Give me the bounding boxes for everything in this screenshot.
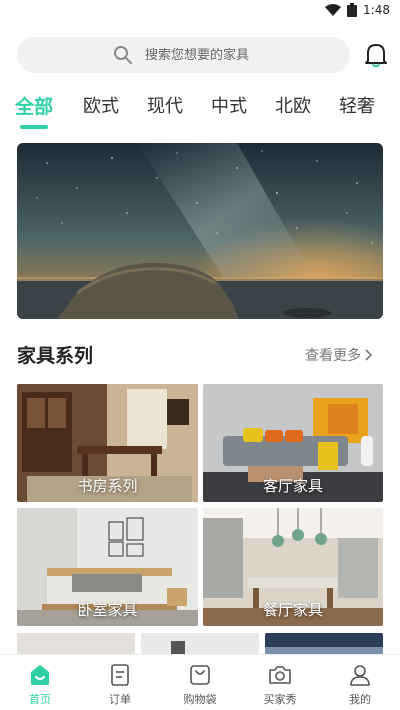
promo-banner[interactable]	[17, 143, 383, 319]
tab-european[interactable]: 欧式	[83, 92, 119, 118]
status-icons: 1:48	[325, 3, 390, 17]
status-bar: 1:48	[0, 0, 400, 24]
nav-bag[interactable]: 购物袋	[170, 663, 230, 707]
nav-label: 首页	[29, 693, 51, 706]
search-input[interactable]	[145, 45, 335, 65]
nav-label: 购物袋	[183, 693, 217, 706]
category-card-partial-2[interactable]	[141, 633, 259, 654]
status-time: 1:48	[363, 3, 390, 17]
nav-home[interactable]: 首页	[10, 663, 70, 707]
nav-label: 我的	[349, 693, 371, 706]
tab-chinese[interactable]: 中式	[211, 92, 247, 118]
category-card-partial-1[interactable]	[17, 633, 135, 654]
category-card-dining[interactable]: 餐厅家具	[203, 508, 383, 626]
tab-nordic[interactable]: 北欧	[275, 92, 311, 118]
nav-label: 买家秀	[263, 693, 297, 706]
tab-light-luxury[interactable]: 轻奢	[339, 92, 375, 118]
category-label: 餐厅家具	[262, 601, 323, 619]
nav-orders[interactable]: 订单	[90, 663, 150, 707]
bell-icon[interactable]	[363, 41, 389, 69]
active-tab-indicator	[20, 125, 48, 129]
battery-icon	[347, 3, 358, 17]
view-more-label: 查看更多	[305, 348, 361, 364]
search-icon	[114, 46, 132, 64]
chevron-right-icon	[365, 349, 373, 361]
bag-icon	[190, 665, 210, 685]
category-card-bedroom[interactable]: 卧室家具	[17, 508, 198, 626]
camera-icon	[269, 666, 291, 684]
search-row	[17, 37, 389, 73]
search-bar[interactable]	[17, 37, 350, 73]
tab-modern[interactable]: 现代	[147, 92, 183, 118]
category-label: 卧室家具	[77, 601, 138, 619]
home-icon	[31, 665, 49, 685]
category-label: 书房系列	[77, 477, 138, 495]
banner-image	[17, 143, 383, 319]
section-title: 家具系列	[17, 345, 94, 367]
partial-image	[265, 633, 383, 654]
wifi-icon	[325, 4, 342, 16]
bottom-nav: 首页 订单 购物袋 买家秀 我的	[0, 654, 400, 710]
nav-label: 订单	[109, 693, 131, 706]
tab-all[interactable]: 全部	[15, 92, 53, 119]
view-more-link[interactable]: 查看更多	[305, 345, 373, 365]
category-card-study[interactable]: 书房系列	[17, 384, 198, 502]
nav-buyer-show[interactable]: 买家秀	[250, 663, 310, 707]
profile-icon	[350, 665, 370, 686]
partial-image	[141, 633, 259, 654]
order-icon	[111, 664, 129, 686]
partial-image	[17, 633, 135, 654]
category-card-partial-3[interactable]	[265, 633, 383, 654]
nav-profile[interactable]: 我的	[330, 663, 390, 707]
category-label: 客厅家具	[262, 477, 323, 495]
category-tabs: 全部 欧式 现代 中式 北欧 轻奢	[0, 92, 400, 132]
category-card-living[interactable]: 客厅家具	[203, 384, 383, 502]
